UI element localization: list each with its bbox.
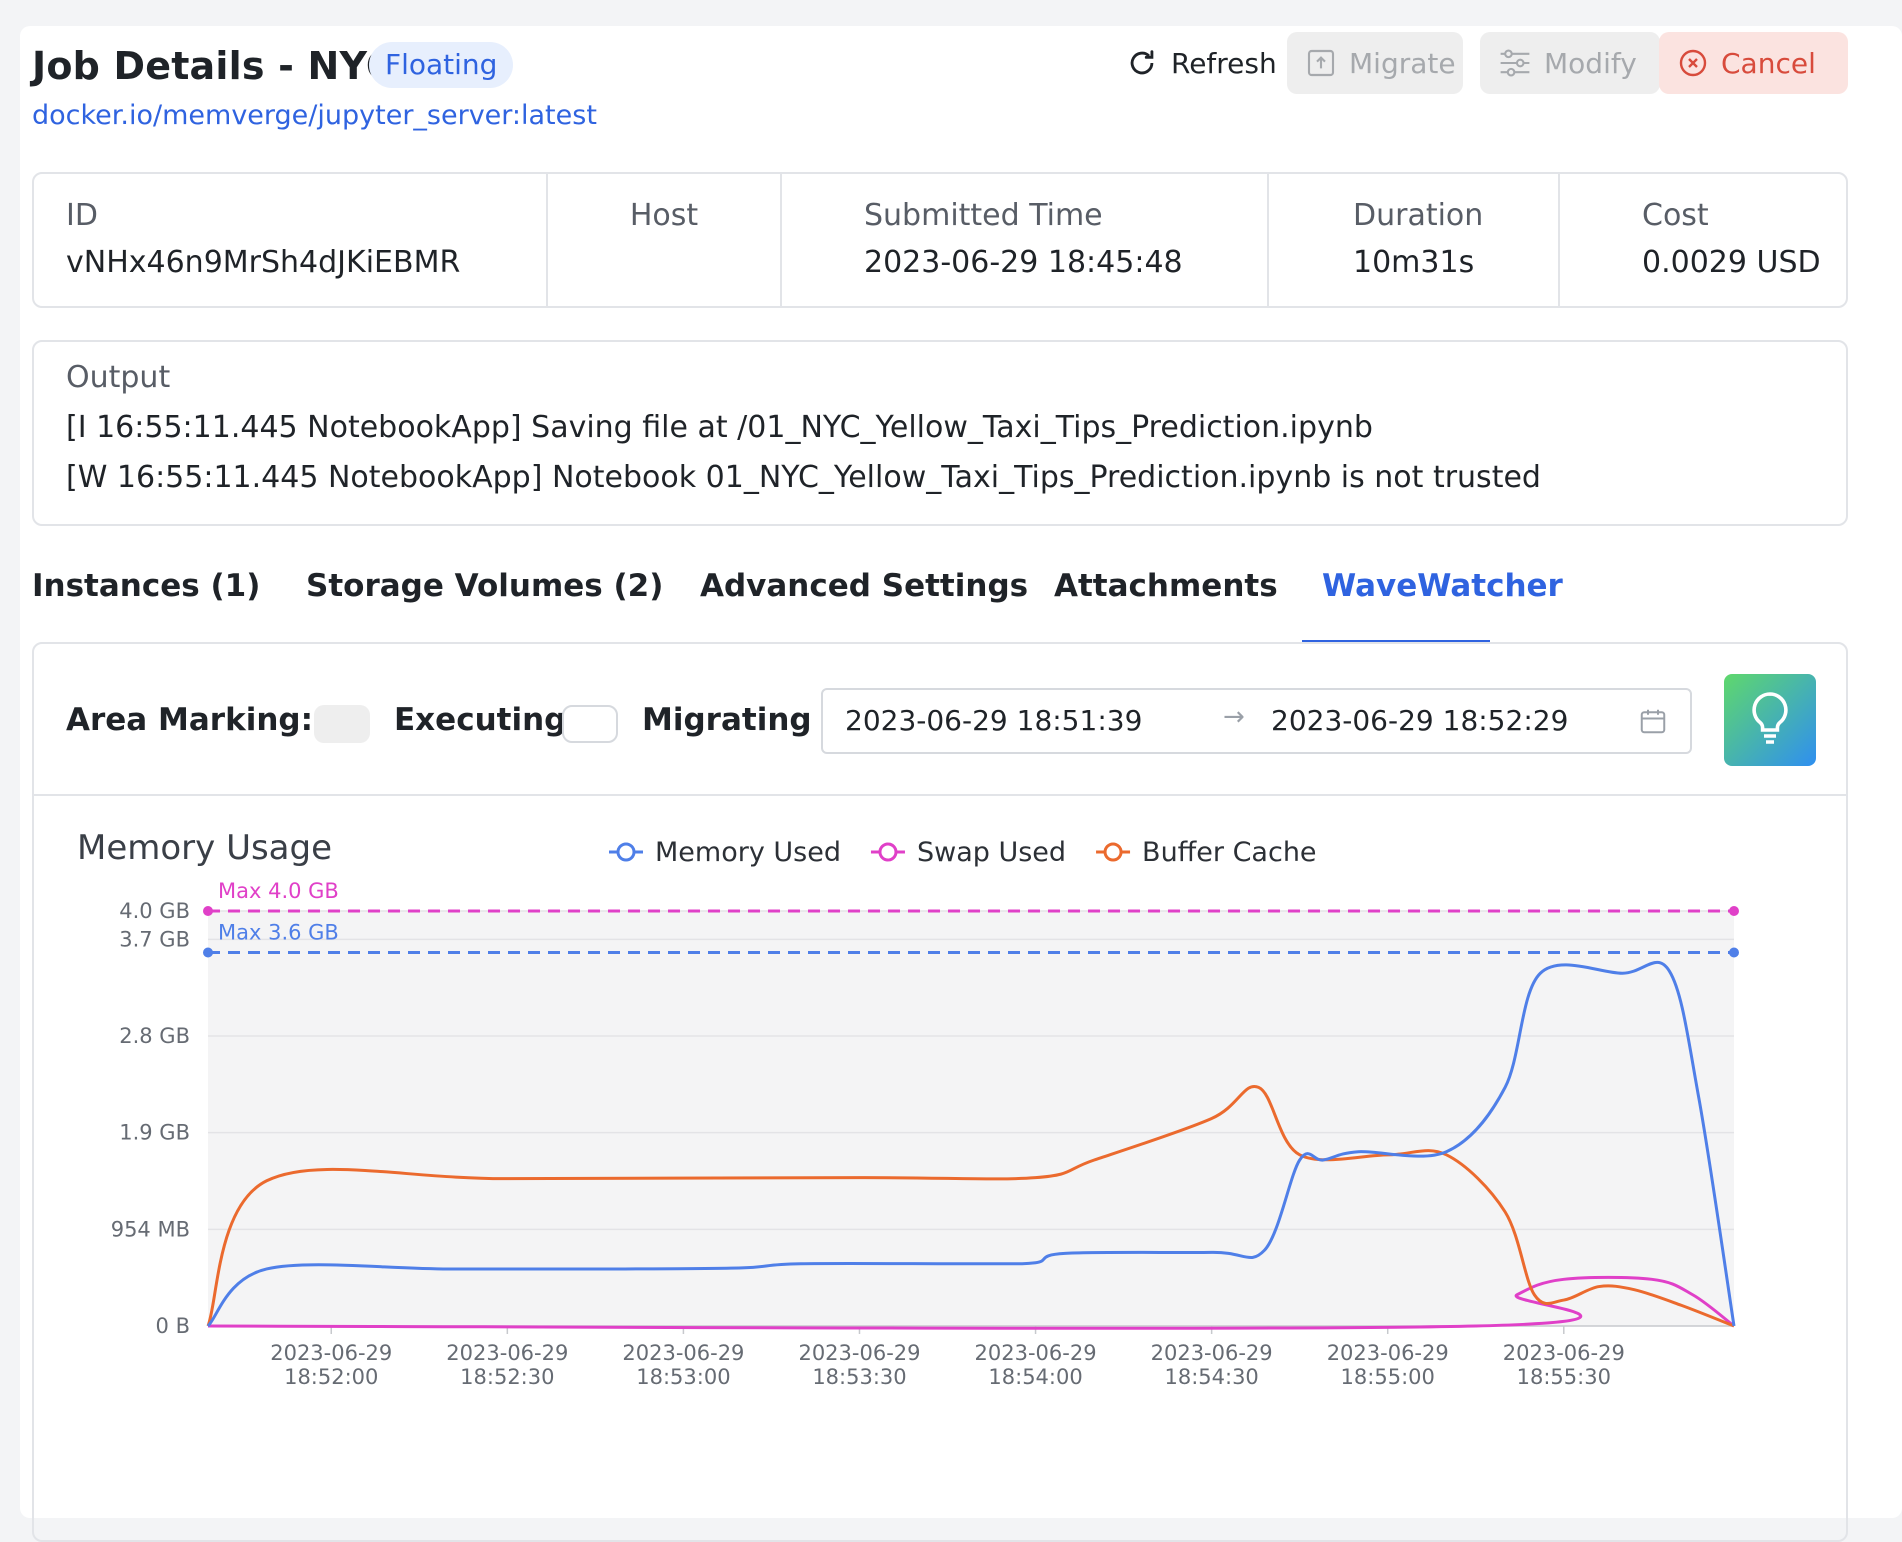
cost-value: 0.0029 USD — [1642, 245, 1821, 280]
range-arrow-icon: → — [1223, 702, 1245, 732]
threshold-point — [1729, 906, 1739, 916]
migrating-swatch[interactable] — [562, 705, 618, 743]
x-tick-date: 2023-06-29 — [798, 1341, 920, 1365]
host-label: Host — [629, 198, 699, 233]
tab-wavewatcher[interactable]: WaveWatcher — [1322, 568, 1563, 604]
threshold-point — [203, 906, 213, 916]
status-badge: Floating — [369, 42, 514, 88]
range-end-input[interactable]: 2023-06-29 18:52:29 — [1271, 704, 1568, 737]
cancel-label: Cancel — [1721, 46, 1816, 80]
migrating-label: Migrating — [642, 702, 812, 738]
refresh-icon — [1125, 46, 1159, 80]
submitted-label: Submitted Time — [864, 198, 1103, 233]
y-tick-label: 954 MB — [111, 1217, 190, 1241]
x-tick-date: 2023-06-29 — [1151, 1341, 1273, 1365]
threshold-point — [1729, 947, 1739, 958]
lightbulb-icon — [1746, 690, 1794, 750]
x-tick-time: 18:54:00 — [988, 1365, 1082, 1389]
wavewatcher-panel: Area Marking: Executing Migrating 2023-0… — [32, 642, 1848, 1542]
tab-advanced-settings[interactable]: Advanced Settings — [700, 568, 1028, 604]
date-range-picker[interactable]: 2023-06-29 18:51:39 → 2023-06-29 18:52:2… — [821, 688, 1692, 754]
cost-cell: Cost 0.0029 USD — [1560, 174, 1846, 306]
refresh-button[interactable]: Refresh — [1107, 32, 1287, 94]
legend-marker — [1103, 842, 1123, 862]
duration-value: 10m31s — [1353, 245, 1475, 280]
page-title: Job Details - NYC — [32, 44, 394, 88]
calendar-icon[interactable] — [1638, 706, 1668, 740]
chart-title: Memory Usage — [77, 828, 332, 868]
legend-item[interactable]: Buffer Cache — [1096, 837, 1317, 868]
migrate-label: Migrate — [1349, 46, 1456, 80]
cost-label: Cost — [1642, 198, 1709, 233]
area-marking-label: Area Marking: — [66, 702, 313, 738]
output-panel: Output [I 16:55:11.445 NotebookApp] Savi… — [32, 340, 1848, 526]
memory-usage-chart: Memory Usage 0 B 954 MB 1.9 GB 2.8 GB 3.7 GB 4… — [34, 796, 1846, 1540]
submitted-cell: Submitted Time 2023-06-29 18:45:48 — [782, 174, 1269, 306]
executing-label: Executing — [394, 702, 567, 738]
migrate-button[interactable]: Migrate — [1287, 32, 1463, 94]
output-line: [I 16:55:11.445 NotebookApp] Saving file… — [66, 410, 1373, 445]
duration-label: Duration — [1353, 198, 1484, 233]
tab-bar: Instances (1) Storage Volumes (2) Advanc… — [32, 568, 1848, 624]
x-tick-date: 2023-06-29 — [446, 1341, 568, 1365]
y-tick-label: 2.8 GB — [119, 1024, 190, 1048]
close-circle-icon — [1677, 47, 1709, 79]
modify-label: Modify — [1544, 46, 1637, 80]
upload-box-icon — [1305, 47, 1337, 79]
x-tick-time: 18:53:30 — [812, 1365, 906, 1389]
x-tick-time: 18:53:00 — [636, 1365, 730, 1389]
legend-marker — [616, 842, 636, 862]
image-link[interactable]: docker.io/memverge/jupyter_server:latest — [32, 100, 597, 131]
tab-storage-volumes[interactable]: Storage Volumes (2) — [306, 568, 663, 604]
host-cell: Host — [548, 174, 782, 306]
wavewatcher-toolbar: Area Marking: Executing Migrating 2023-0… — [34, 644, 1846, 796]
threshold-label: Max 4.0 GB — [218, 879, 339, 903]
modify-button[interactable]: Modify — [1480, 32, 1660, 94]
legend-item[interactable]: Swap Used — [870, 837, 1066, 868]
y-tick-label: 3.7 GB — [119, 927, 190, 951]
x-tick-date: 2023-06-29 — [622, 1341, 744, 1365]
x-tick-time: 18:55:00 — [1341, 1365, 1435, 1389]
output-line: [W 16:55:11.445 NotebookApp] Notebook 01… — [66, 460, 1541, 495]
job-info-table: ID vNHx46n9MrSh4dJKiEBMR Host Submitted … — [32, 172, 1848, 308]
threshold-point — [203, 947, 213, 958]
x-tick-date: 2023-06-29 — [1327, 1341, 1449, 1365]
y-tick-label: 0 B — [156, 1314, 190, 1338]
sliders-icon — [1498, 47, 1532, 79]
refresh-label: Refresh — [1171, 46, 1277, 80]
executing-swatch[interactable] — [314, 705, 370, 743]
range-start-input[interactable]: 2023-06-29 18:51:39 — [845, 704, 1142, 737]
x-tick-date: 2023-06-29 — [975, 1341, 1097, 1365]
legend-item[interactable]: Memory Used — [609, 837, 841, 868]
id-label: ID — [66, 198, 98, 233]
legend-label: Swap Used — [917, 837, 1066, 868]
threshold-label: Max 3.6 GB — [218, 921, 339, 945]
legend-marker — [878, 842, 898, 862]
tab-instances[interactable]: Instances (1) — [32, 568, 260, 604]
id-value: vNHx46n9MrSh4dJKiEBMR — [66, 245, 461, 280]
submitted-value: 2023-06-29 18:45:48 — [864, 245, 1183, 280]
cancel-button[interactable]: Cancel — [1659, 32, 1848, 94]
y-tick-label: 1.9 GB — [119, 1121, 190, 1145]
x-tick-time: 18:52:00 — [284, 1365, 378, 1389]
y-tick-label: 4.0 GB — [119, 899, 190, 923]
memory-usage-svg: Memory Usage 0 B 954 MB 1.9 GB 2.8 GB 3.7 GB 4… — [77, 828, 1739, 1389]
x-tick-time: 18:54:30 — [1164, 1365, 1258, 1389]
insights-button[interactable] — [1724, 674, 1816, 766]
legend-label: Buffer Cache — [1142, 837, 1317, 868]
legend-label: Memory Used — [655, 837, 841, 868]
duration-cell: Duration 10m31s — [1269, 174, 1560, 306]
x-tick-time: 18:55:30 — [1517, 1365, 1611, 1389]
x-tick-date: 2023-06-29 — [270, 1341, 392, 1365]
output-label: Output — [66, 360, 171, 395]
id-cell: ID vNHx46n9MrSh4dJKiEBMR — [34, 174, 548, 306]
x-tick-time: 18:52:30 — [460, 1365, 554, 1389]
tab-attachments[interactable]: Attachments — [1054, 568, 1278, 604]
x-tick-date: 2023-06-29 — [1503, 1341, 1625, 1365]
